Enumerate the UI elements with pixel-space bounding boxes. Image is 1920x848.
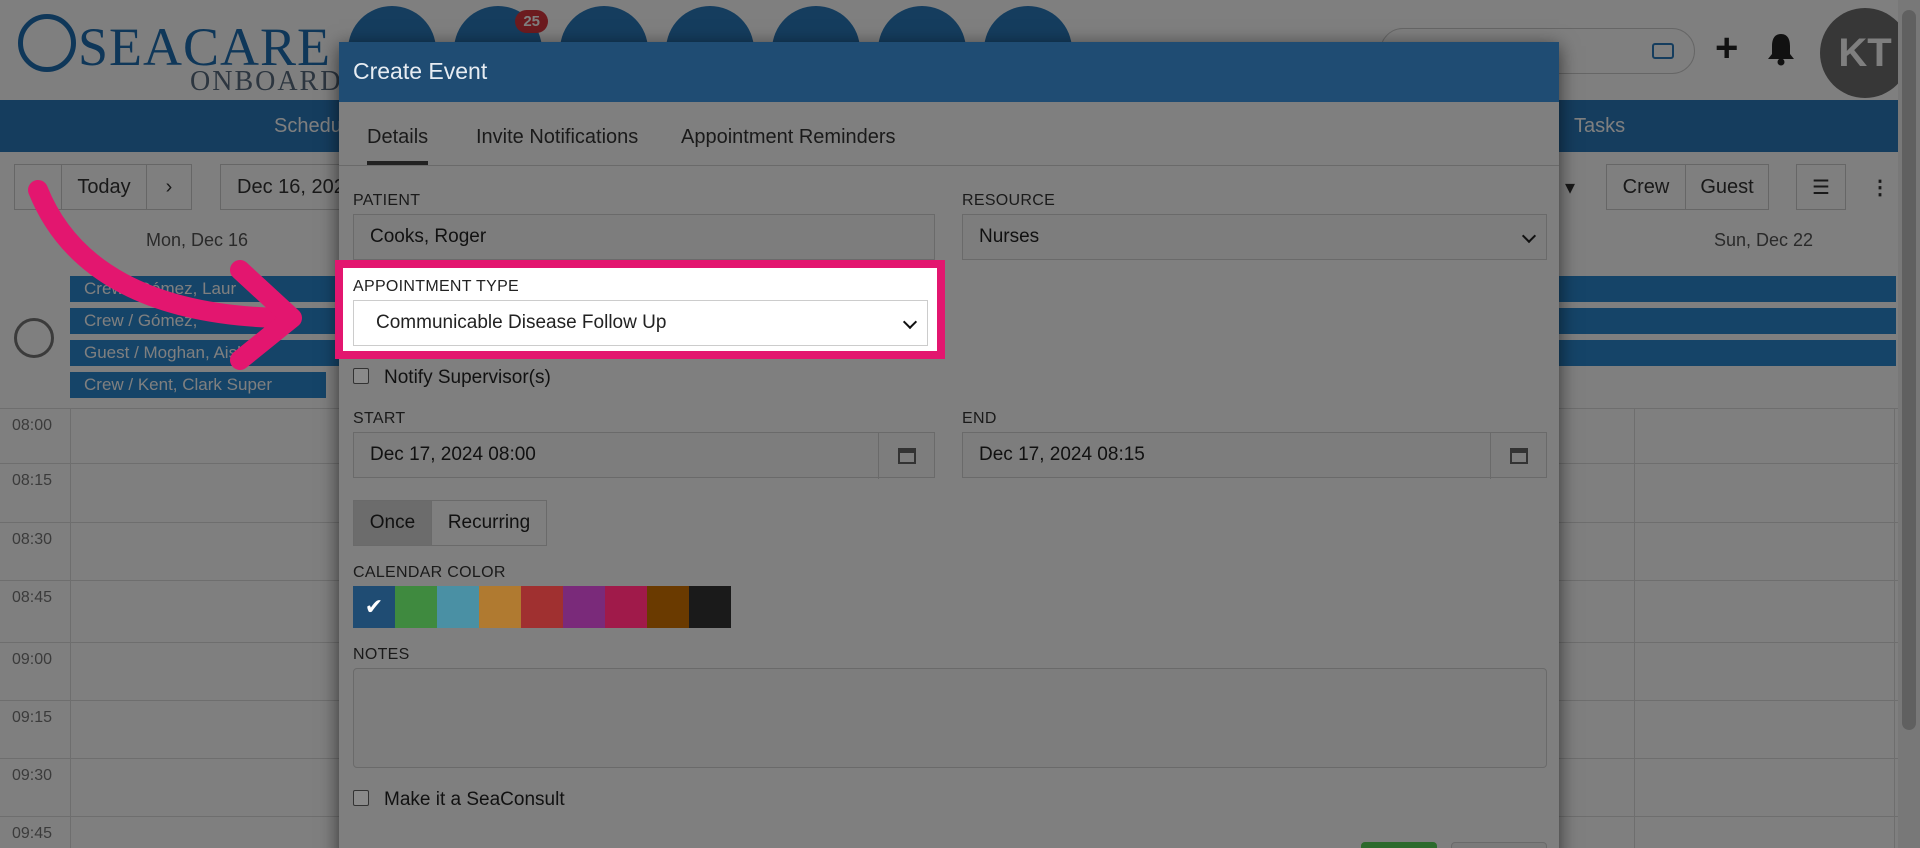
- dialog-header: Create Event: [339, 42, 1559, 102]
- dialog-title: Create Event: [353, 58, 488, 84]
- resource-label: RESOURCE: [962, 192, 1056, 209]
- notify-supervisor-checkbox[interactable]: [353, 368, 369, 384]
- chevron-down-icon: [902, 314, 918, 330]
- end-value: Dec 17, 2024 08:15: [979, 444, 1145, 465]
- calendar-color-label: CALENDAR COLOR: [353, 564, 506, 581]
- start-label: START: [353, 410, 406, 427]
- appointment-type-highlight: APPOINTMENT TYPE Communicable Disease Fo…: [335, 260, 945, 359]
- calendar-icon[interactable]: [878, 433, 934, 479]
- create-event-dialog: Create Event Details Invite Notification…: [335, 42, 1559, 848]
- tab-details[interactable]: Details: [367, 126, 429, 165]
- seaconsult-checkbox[interactable]: [353, 790, 369, 806]
- tab-appointment-reminders[interactable]: Appointment Reminders: [681, 126, 896, 149]
- tab-invite-notifications[interactable]: Invite Notifications: [476, 126, 638, 149]
- resource-select[interactable]: Nurses: [962, 214, 1547, 260]
- color-swatch[interactable]: [563, 586, 605, 628]
- resource-value: Nurses: [979, 226, 1040, 247]
- color-swatch[interactable]: [689, 586, 731, 628]
- color-swatch[interactable]: [395, 586, 437, 628]
- notes-label: NOTES: [353, 646, 410, 663]
- start-value: Dec 17, 2024 08:00: [370, 444, 536, 465]
- recurring-toggle[interactable]: Recurring: [431, 500, 547, 546]
- dialog-tabs: Details Invite Notifications Appointment…: [339, 102, 1559, 166]
- start-datetime-field[interactable]: Dec 17, 2024 08:00: [353, 432, 935, 479]
- color-swatch[interactable]: [437, 586, 479, 628]
- appointment-type-label: APPOINTMENT TYPE: [353, 278, 520, 295]
- color-swatch[interactable]: [521, 586, 563, 628]
- color-swatches: ✔: [353, 586, 731, 628]
- appointment-type-select[interactable]: Communicable Disease Follow Up: [353, 300, 928, 346]
- patient-field[interactable]: Cooks, Roger: [353, 214, 935, 260]
- appointment-type-value: Communicable Disease Follow Up: [376, 312, 667, 333]
- notify-supervisor-label[interactable]: Notify Supervisor(s): [384, 367, 551, 389]
- seaconsult-label[interactable]: Make it a SeaConsult: [384, 789, 565, 811]
- calendar-icon[interactable]: [1490, 433, 1546, 479]
- color-swatch[interactable]: [479, 586, 521, 628]
- color-swatch[interactable]: ✔: [353, 586, 395, 628]
- chevron-down-icon: [1521, 228, 1537, 244]
- color-swatch[interactable]: [605, 586, 647, 628]
- check-icon: ✔: [364, 594, 384, 619]
- end-datetime-field[interactable]: Dec 17, 2024 08:15: [962, 432, 1547, 479]
- patient-label: PATIENT: [353, 192, 421, 209]
- color-swatch[interactable]: [647, 586, 689, 628]
- notes-textarea[interactable]: [353, 668, 1547, 768]
- cancel-button[interactable]: [1451, 842, 1547, 848]
- end-label: END: [962, 410, 997, 427]
- once-toggle[interactable]: Once: [353, 500, 432, 546]
- save-button[interactable]: [1361, 842, 1437, 848]
